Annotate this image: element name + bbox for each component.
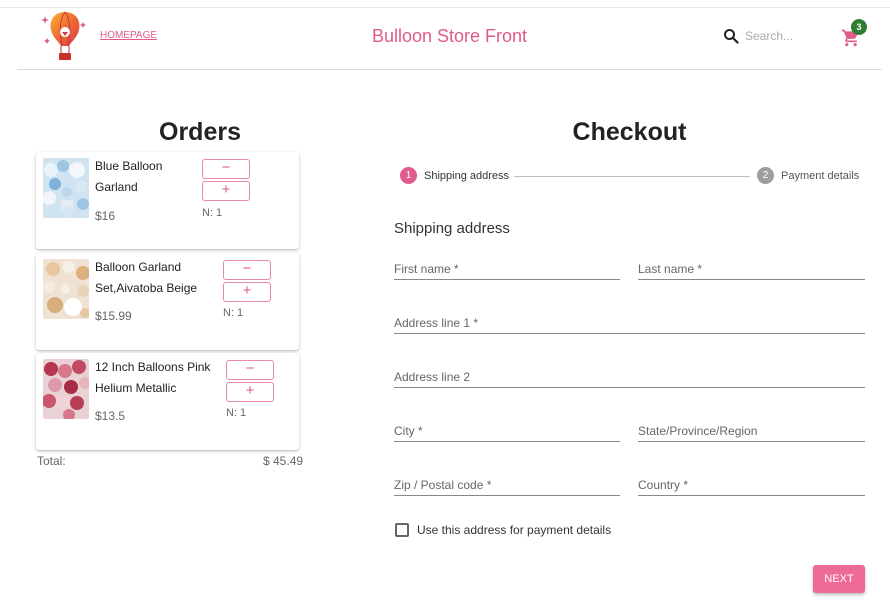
quantity-label: N: 1 — [226, 407, 247, 419]
address-line-1-field[interactable]: Address line 1 * — [394, 312, 865, 334]
state-input[interactable] — [638, 420, 865, 441]
search-input[interactable] — [745, 26, 825, 46]
product-name: Blue Balloon Garland — [95, 159, 163, 194]
checkout-title: Checkout — [572, 118, 687, 146]
last-name-input[interactable] — [638, 258, 865, 279]
country-field[interactable]: Country * — [638, 474, 865, 496]
hot-air-balloon-logo-icon[interactable] — [39, 8, 91, 64]
product-image — [43, 158, 89, 218]
last-name-field[interactable]: Last name * — [638, 258, 865, 280]
product-price: $13.5 — [95, 409, 126, 423]
address-line-2-input[interactable] — [394, 366, 865, 387]
orders-title: Orders — [159, 118, 241, 146]
step-2-indicator: 2 — [757, 167, 774, 184]
homepage-link[interactable]: HOMEPAGE — [100, 30, 157, 41]
step-1-indicator: 1 — [400, 167, 417, 184]
increase-quantity-button[interactable]: + — [226, 382, 274, 402]
total-value: $ 45.49 — [263, 454, 304, 468]
stepper-connector — [514, 176, 750, 177]
first-name-input[interactable] — [394, 258, 620, 279]
country-input[interactable] — [638, 474, 865, 495]
product-image — [43, 359, 89, 419]
order-item-card: 12 Inch Balloons Pink Helium Metallic $1… — [36, 353, 299, 450]
order-item-card: Blue Balloon Garland $16 − + N: 1 — [36, 152, 299, 249]
step-payment-details-label: Payment details — [781, 170, 860, 182]
step-shipping-address-label: Shipping address — [424, 170, 510, 182]
increase-quantity-button[interactable]: + — [223, 282, 271, 302]
decrease-quantity-button[interactable]: − — [226, 360, 274, 380]
product-price: $15.99 — [95, 309, 132, 323]
search-icon[interactable] — [723, 28, 739, 44]
first-name-field[interactable]: First name * — [394, 258, 620, 280]
city-field[interactable]: City * — [394, 420, 620, 442]
state-field[interactable]: State/Province/Region — [638, 420, 865, 442]
address-line-2-field[interactable]: Address line 2 — [394, 366, 865, 388]
decrease-quantity-button[interactable]: − — [223, 260, 271, 280]
product-name: 12 Inch Balloons Pink Helium Metallic — [95, 360, 211, 395]
decrease-quantity-button[interactable]: − — [202, 159, 250, 179]
cart-count-badge: 3 — [851, 19, 867, 35]
city-input[interactable] — [394, 420, 620, 441]
use-address-for-payment-checkbox[interactable] — [395, 523, 409, 537]
product-name: Balloon Garland Set,Aivatoba Beige — [95, 260, 198, 295]
zip-code-field[interactable]: Zip / Postal code * — [394, 474, 620, 496]
shipping-address-heading: Shipping address — [394, 220, 510, 237]
address-line-1-input[interactable] — [394, 312, 865, 333]
product-image — [43, 259, 89, 319]
total-label: Total: — [37, 454, 66, 468]
increase-quantity-button[interactable]: + — [202, 181, 250, 201]
next-button[interactable]: NEXT — [813, 565, 865, 593]
zip-code-input[interactable] — [394, 474, 620, 495]
quantity-label: N: 1 — [223, 307, 244, 319]
order-item-card: Balloon Garland Set,Aivatoba Beige $15.9… — [36, 253, 299, 350]
app-header: HOMEPAGE Bulloon Store Front 3 — [17, 8, 882, 70]
quantity-label: N: 1 — [202, 207, 223, 219]
product-price: $16 — [95, 209, 116, 223]
use-address-for-payment-label[interactable]: Use this address for payment details — [417, 523, 611, 537]
